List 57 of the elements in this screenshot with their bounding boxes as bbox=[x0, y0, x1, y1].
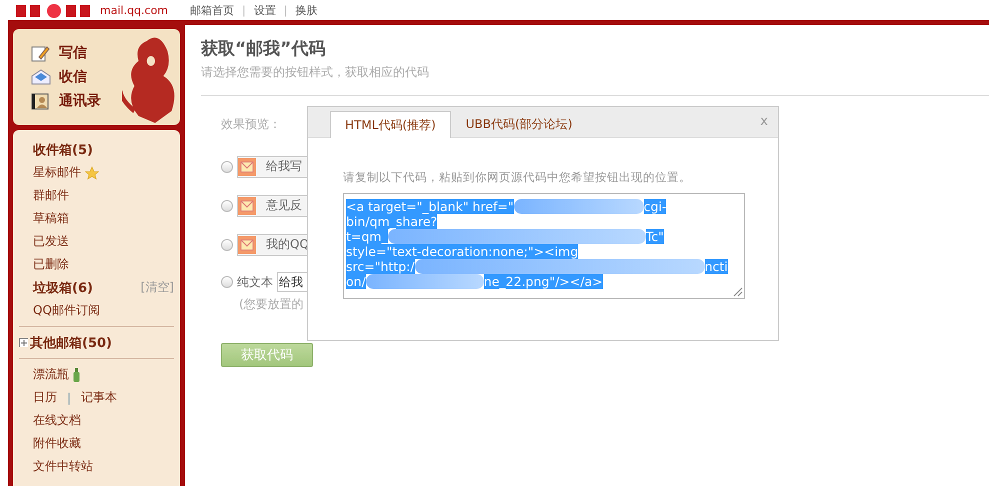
separator-text: | bbox=[242, 4, 246, 16]
code-text: Tc" bbox=[646, 229, 664, 244]
resize-grip-icon[interactable] bbox=[733, 287, 743, 297]
folder-item[interactable]: 日历 bbox=[33, 389, 57, 406]
folder-item[interactable]: 星标邮件 bbox=[33, 164, 81, 181]
folder-item[interactable]: 垃圾箱(6) bbox=[33, 278, 93, 296]
logo-icon bbox=[16, 2, 92, 18]
radio-button[interactable] bbox=[221, 238, 233, 250]
sidebar-action[interactable]: 收信 bbox=[31, 68, 180, 86]
folder-item[interactable]: 记事本 bbox=[81, 389, 118, 406]
code-text: ncti bbox=[704, 259, 728, 274]
folder-item[interactable]: 附件收藏 bbox=[33, 435, 81, 452]
code-text: style="text-decoration:none;"><img bbox=[346, 244, 578, 259]
instruction-text: 请复制以下代码，粘贴到你网页源代码中您希望按钮出现的位置。 bbox=[343, 170, 691, 185]
separator-text: | bbox=[284, 4, 288, 16]
header-link[interactable]: 换肤 bbox=[295, 2, 318, 18]
radio-button[interactable] bbox=[221, 276, 233, 288]
dialog-tab[interactable]: UBB代码(部分论坛) bbox=[450, 111, 588, 137]
header-link[interactable]: 邮箱首页 bbox=[190, 2, 234, 18]
expand-icon[interactable] bbox=[19, 338, 28, 347]
dialog-tab[interactable]: HTML代码(推荐) bbox=[330, 111, 451, 138]
page-title: 获取“邮我”代码 bbox=[201, 38, 326, 60]
header-link[interactable]: 设置 bbox=[254, 2, 276, 18]
folder-item[interactable]: QQ邮件订阅 bbox=[33, 302, 100, 319]
folder-item[interactable]: 其他邮箱(50) bbox=[30, 334, 112, 352]
envelope-icon bbox=[31, 68, 51, 86]
folder-item[interactable]: 已删除 bbox=[33, 256, 69, 273]
folder-item[interactable]: 收件箱(5) bbox=[33, 140, 93, 158]
envelope-icon bbox=[238, 236, 256, 254]
star-icon bbox=[85, 166, 99, 180]
sidebar-action[interactable]: 通讯录 bbox=[31, 92, 180, 110]
domain-text: mail.qq.com bbox=[100, 4, 168, 16]
envelope-icon bbox=[238, 158, 256, 176]
folder-item[interactable]: 草稿箱 bbox=[33, 210, 69, 227]
folder-item[interactable]: 文件中转站 bbox=[33, 458, 93, 475]
hint-text: (您要放置的 bbox=[239, 296, 305, 313]
sidebar-action[interactable]: 写信 bbox=[31, 44, 180, 62]
folder-item[interactable]: 在线文档 bbox=[33, 412, 81, 429]
envelope-icon bbox=[238, 196, 256, 214]
code-text: ne_22.png"/></a> bbox=[484, 274, 603, 289]
code-text: bin/qm_share? bbox=[346, 214, 438, 229]
option-label: 纯文本 bbox=[237, 274, 273, 290]
preview-label: 效果预览： bbox=[221, 116, 281, 133]
code-text: cgi- bbox=[644, 199, 666, 214]
contact-card-icon bbox=[31, 92, 51, 110]
folder-item[interactable]: 群邮件 bbox=[33, 187, 69, 204]
radio-button[interactable] bbox=[221, 200, 233, 212]
page-subtitle: 请选择您需要的按钮样式，获取相应的代码 bbox=[201, 64, 429, 81]
code-text: on/ bbox=[346, 274, 366, 289]
radio-button[interactable] bbox=[221, 160, 233, 172]
folder-item[interactable]: 漂流瓶 bbox=[33, 366, 69, 383]
pencil-note-icon bbox=[31, 44, 51, 62]
folder-item[interactable]: 已发送 bbox=[33, 233, 69, 250]
code-text: src="http:/ bbox=[346, 259, 415, 274]
separator-text: | bbox=[67, 390, 72, 404]
code-text: <a target="_blank" href=" bbox=[346, 199, 514, 214]
bottle-icon bbox=[73, 368, 80, 382]
